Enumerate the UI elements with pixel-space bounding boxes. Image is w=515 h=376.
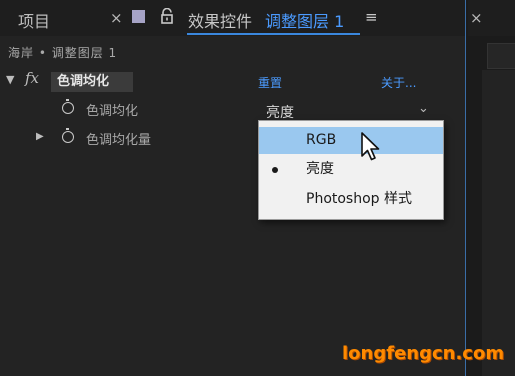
reset-link[interactable]: 重置 (258, 74, 282, 91)
layer-color-swatch (132, 10, 145, 23)
expand-triangle-icon[interactable]: ▶ (36, 131, 44, 142)
property-label-equalize: 色调均化 (86, 104, 139, 119)
adjacent-panel-control (487, 43, 515, 69)
tab-project[interactable]: 项目 (18, 8, 50, 32)
menu-item-label: 亮度 (306, 161, 334, 177)
breadcrumb: 海岸 • 调整图层 1 (8, 46, 118, 60)
tab-effects-layer-name[interactable]: 调整图层 1 (265, 8, 344, 32)
collapse-triangle-icon[interactable]: ▼ (6, 73, 14, 86)
property-label-equalize-amount: 色调均化量 (86, 133, 152, 148)
stopwatch-icon[interactable] (62, 99, 74, 114)
menu-item-brightness[interactable]: 亮度 (259, 156, 443, 183)
pointer-cursor-icon (361, 132, 380, 161)
selected-bullet-icon (272, 167, 278, 173)
menu-item-label: RGB (306, 132, 337, 148)
stopwatch-icon[interactable] (62, 128, 74, 143)
menu-item-photoshop-style[interactable]: Photoshop 样式 (259, 186, 443, 213)
menu-item-label: Photoshop 样式 (306, 191, 413, 207)
menu-item-rgb[interactable]: RGB (259, 127, 443, 154)
active-tab-indicator (187, 33, 360, 35)
adjacent-panel-body (482, 70, 515, 376)
tab-effects-controls[interactable]: 效果控件 (188, 8, 252, 32)
watermark: longfengcn.com (342, 343, 505, 364)
effect-name[interactable]: 色调均化 (51, 72, 133, 92)
lock-icon[interactable] (160, 8, 174, 24)
close-icon[interactable]: × (470, 9, 483, 27)
close-icon[interactable]: × (110, 9, 123, 27)
about-link[interactable]: 关于... (381, 74, 416, 91)
dropdown-menu: RGB 亮度 Photoshop 样式 (258, 120, 444, 220)
chevron-down-icon[interactable]: ⌄ (418, 101, 429, 116)
panel-menu-icon[interactable]: ≡ (365, 8, 378, 26)
equalize-dropdown-value[interactable]: 亮度 (266, 102, 294, 122)
fx-icon[interactable]: fx (25, 69, 39, 87)
